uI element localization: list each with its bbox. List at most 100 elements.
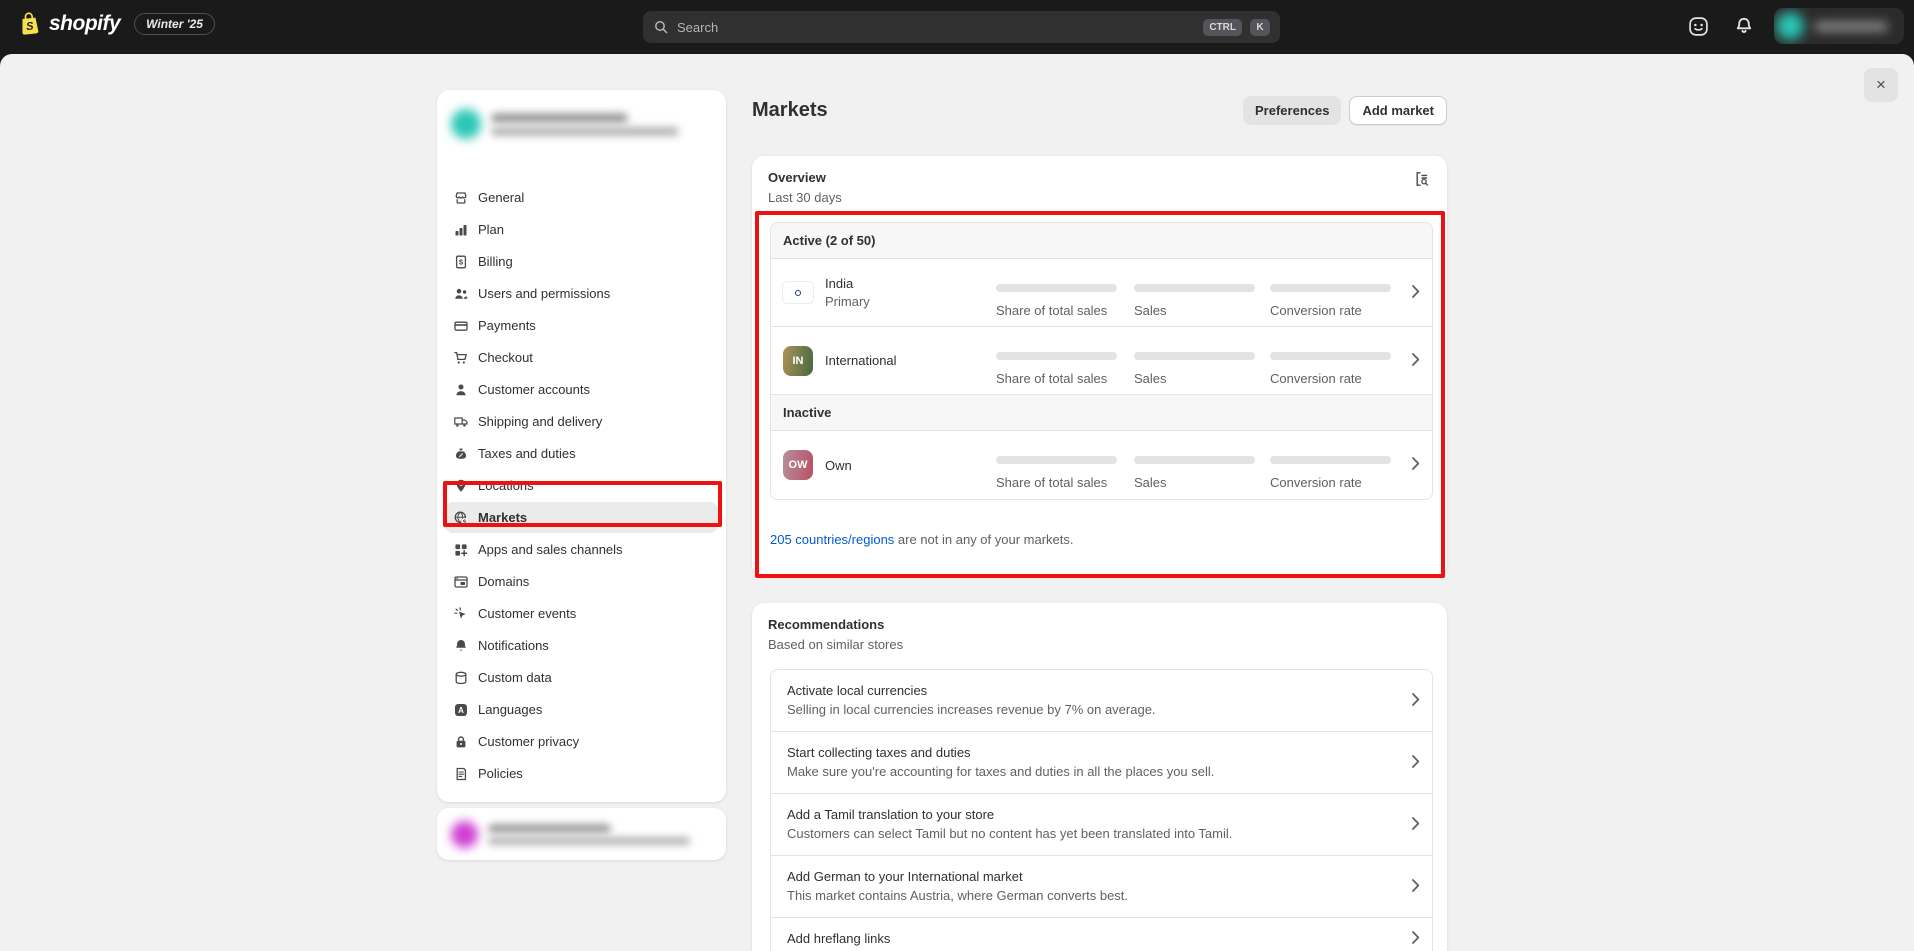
metric-skeleton-bar [996,456,1117,464]
view-report-button[interactable] [1413,170,1431,191]
sidebar-item-label: Shipping and delivery [478,414,602,429]
recommendation-row[interactable]: Add hreflang links [771,918,1432,951]
topbar: S shopify Winter '25 Search CTRL K [0,0,1914,54]
metric-label: Conversion rate [1270,303,1362,318]
sidebar-item-payments[interactable]: Payments [445,310,718,341]
sidebar-item-label: Customer accounts [478,382,590,397]
store-url-blurred [491,127,679,136]
sidebar-item-customer-accounts[interactable]: Customer accounts [445,374,718,405]
metric-column: Share of total sales [996,431,1117,499]
recommendation-description: This market contains Austria, where Germ… [787,888,1392,903]
markets-table: Active (2 of 50) India Primary Share of … [770,222,1433,500]
metric-skeleton-bar [996,284,1117,292]
countries-text: are not in any of your markets. [894,532,1073,547]
user-name-blurred [488,824,611,833]
overview-card: Overview Last 30 days Active (2 of 50) I… [752,156,1447,576]
custom-data-icon [453,670,469,686]
recommendation-row[interactable]: Add German to your International market … [771,856,1432,918]
sidebar-item-markets[interactable]: $ Markets [445,502,718,533]
notifications-button[interactable] [1728,10,1760,42]
market-badge: OW [783,450,813,480]
preferences-button[interactable]: Preferences [1243,96,1341,125]
settings-nav: General Plan $ Billing Users and permiss… [437,182,726,802]
apps-icon [453,542,469,558]
search-icon [653,19,669,35]
locations-icon [453,478,469,494]
store-account-menu[interactable] [1774,8,1904,44]
metric-column: Share of total sales [996,327,1117,394]
recommendation-row[interactable]: Add a Tamil translation to your store Cu… [771,794,1432,856]
sidebar-item-plan[interactable]: Plan [445,214,718,245]
metric-skeleton-bar [1134,352,1255,360]
sidebar-item-customer-events[interactable]: Customer events [445,598,718,629]
sidebar-item-general[interactable]: General [445,182,718,213]
market-row-own[interactable]: OW Own Share of total sales Sales Conver… [771,431,1432,499]
sidebar-item-label: General [478,190,524,205]
search-input[interactable]: Search CTRL K [643,11,1280,43]
sidebar-item-customer-privacy[interactable]: Customer privacy [445,726,718,757]
sidebar-item-languages[interactable]: A Languages [445,694,718,725]
customer-events-icon [453,606,469,622]
metric-skeleton-bar [996,352,1117,360]
sidebar-item-label: Payments [478,318,536,333]
metric-label: Conversion rate [1270,475,1362,490]
sidebar-item-users-and-permissions[interactable]: Users and permissions [445,278,718,309]
sidebar-item-domains[interactable]: Domains [445,566,718,597]
overview-title: Overview [768,170,1431,185]
sidebar-item-policies[interactable]: Policies [445,758,718,789]
sidebar-item-label: Customer privacy [478,734,579,749]
sidebar-item-taxes-and-duties[interactable]: Taxes and duties [445,438,718,469]
metric-skeleton-bar [1270,456,1391,464]
metric-column: Share of total sales [996,259,1117,326]
metric-label: Conversion rate [1270,371,1362,386]
sidebar-item-locations[interactable]: Locations [445,470,718,501]
recommendations-subtitle: Based on similar stores [768,637,1431,652]
main-content: Markets Preferences Add market Overview … [752,90,1447,951]
sidebar-item-shipping-and-delivery[interactable]: Shipping and delivery [445,406,718,437]
recommendations-title: Recommendations [768,617,1431,632]
shopify-wordmark: shopify [49,12,120,36]
market-subtitle: Primary [825,294,870,309]
sidebar-store-header[interactable] [437,90,726,146]
close-button[interactable]: × [1864,68,1898,102]
sidebar-item-label: Domains [478,574,529,589]
metric-skeleton-bar [1134,456,1255,464]
chevron-right-icon [1411,816,1420,830]
metric-column: Sales [1134,327,1255,394]
recommendation-title: Add hreflang links [787,931,1392,946]
add-market-button[interactable]: Add market [1349,96,1447,125]
sidekick-button[interactable] [1682,10,1714,42]
sidebar-item-label: Languages [478,702,542,717]
store-name-blurred [1814,21,1888,32]
store-name-blurred [491,113,628,123]
overview-subtitle: Last 30 days [768,190,1431,205]
market-section-header: Active (2 of 50) [771,223,1432,259]
recommendation-row[interactable]: Start collecting taxes and duties Make s… [771,732,1432,794]
metric-label: Sales [1134,371,1167,386]
metric-label: Sales [1134,303,1167,318]
domains-icon [453,574,469,590]
market-row-india[interactable]: India Primary Share of total sales Sales… [771,259,1432,327]
metric-skeleton-bar [1270,352,1391,360]
recommendations-card: Recommendations Based on similar stores … [752,603,1447,951]
market-row-international[interactable]: IN International Share of total sales Sa… [771,327,1432,395]
sidebar-item-label: Apps and sales channels [478,542,623,557]
sidebar-item-custom-data[interactable]: Custom data [445,662,718,693]
search-placeholder: Search [677,20,1195,35]
sidebar-user-card[interactable] [437,808,726,860]
countries-link[interactable]: 205 countries/regions [770,532,894,547]
chevron-right-icon [1411,754,1420,768]
sidebar-item-billing[interactable]: $ Billing [445,246,718,277]
market-name: India [825,276,870,291]
india-flag-icon [783,282,813,303]
sidebar-item-checkout[interactable]: Checkout [445,342,718,373]
sidebar-item-notifications[interactable]: Notifications [445,630,718,661]
chevron-right-icon [1411,931,1420,945]
metric-skeleton-bar [1270,284,1391,292]
edition-badge[interactable]: Winter '25 [134,13,215,35]
chevron-right-icon [1411,352,1420,366]
recommendation-row[interactable]: Activate local currencies Selling in loc… [771,670,1432,732]
metric-column: Conversion rate [1270,431,1391,499]
shopify-logo[interactable]: S shopify Winter '25 [18,11,215,36]
sidebar-item-apps-and-sales-channels[interactable]: Apps and sales channels [445,534,718,565]
